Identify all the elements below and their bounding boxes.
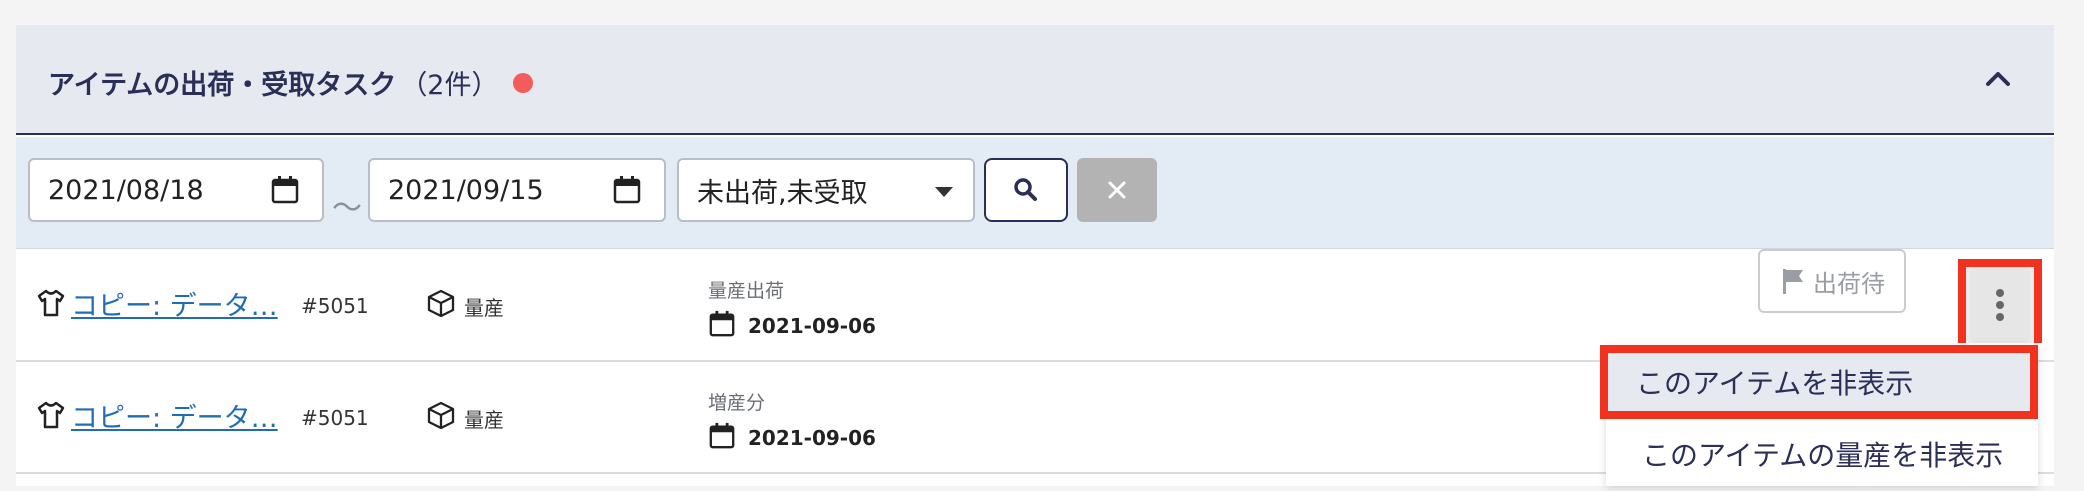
calendar-icon	[709, 422, 735, 449]
panel-count: （2件）	[400, 70, 499, 101]
box-icon	[427, 289, 455, 318]
search-icon	[1014, 178, 1037, 201]
range-separator: 〜	[332, 191, 362, 226]
caret-down-icon	[935, 187, 953, 197]
date-to-input[interactable]: 2021/09/15	[368, 158, 666, 222]
calendar-icon[interactable]	[612, 175, 642, 205]
date-from-input[interactable]: 2021/08/18	[28, 158, 324, 222]
panel-title: アイテムの出荷・受取タスク （2件）	[48, 63, 533, 102]
item-kind: 量産	[464, 296, 504, 320]
task-date: 2021-09-06	[748, 426, 876, 450]
kebab-icon	[1970, 267, 2030, 343]
item-number: #5051	[301, 294, 369, 318]
flag-icon	[1783, 269, 1803, 294]
status-select-value: 未出荷,未受取	[697, 177, 868, 209]
date-from-value: 2021/08/18	[48, 174, 204, 206]
menu-item-hide-item[interactable]: このアイテムを非表示	[1600, 345, 2038, 419]
item-name-link[interactable]: コピー: データ…	[71, 284, 286, 323]
status-select[interactable]: 未出荷,未受取	[677, 158, 975, 222]
date-to-value: 2021/09/15	[388, 174, 544, 206]
task-label: 増産分	[708, 392, 766, 414]
close-icon	[1108, 181, 1126, 199]
clear-button[interactable]	[1077, 158, 1157, 222]
item-kind: 量産	[464, 408, 504, 432]
filter-bar: 2021/08/18 〜 2021/09/15 未出荷,未受取	[16, 137, 2054, 249]
panel-header[interactable]: アイテムの出荷・受取タスク （2件）	[16, 25, 2054, 135]
chevron-up-icon[interactable]	[1978, 59, 2018, 99]
calendar-icon	[709, 310, 735, 337]
task-label: 量産出荷	[708, 280, 785, 302]
status-label: 出荷待	[1813, 269, 1885, 298]
item-number: #5051	[301, 406, 369, 430]
menu-item-hide-mass-production[interactable]: このアイテムの量産を非表示	[1606, 417, 2038, 491]
box-icon	[427, 401, 455, 430]
status-badge[interactable]: 出荷待	[1758, 249, 1906, 313]
search-button[interactable]	[984, 158, 1068, 222]
shirt-icon	[37, 401, 65, 429]
panel-title-text: アイテムの出荷・受取タスク	[48, 70, 397, 101]
item-name-link[interactable]: コピー: データ…	[71, 396, 286, 435]
task-date: 2021-09-06	[748, 314, 876, 338]
more-actions-button[interactable]	[1958, 259, 2042, 343]
context-menu: このアイテムを非表示 このアイテムの量産を非表示	[1600, 345, 2038, 486]
shirt-icon	[37, 289, 65, 317]
calendar-icon[interactable]	[270, 175, 300, 205]
notification-dot	[512, 72, 533, 93]
